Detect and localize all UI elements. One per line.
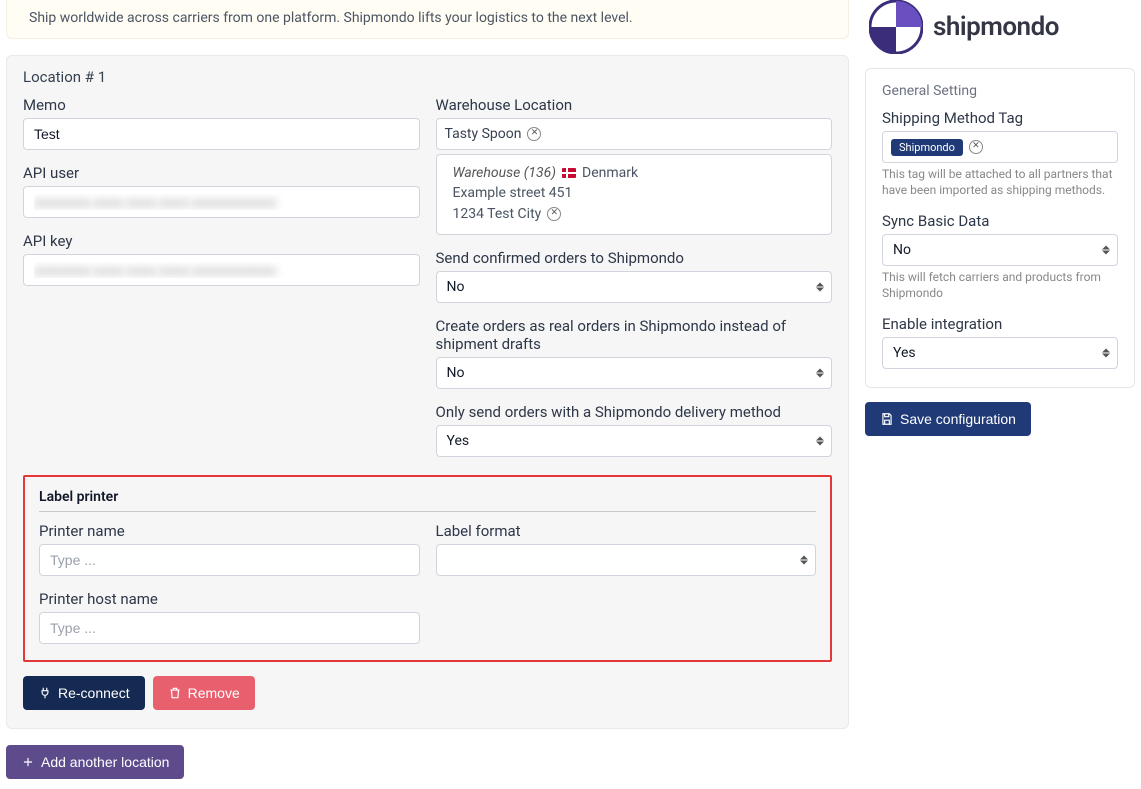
send-confirmed-label: Send confirmed orders to Shipmondo [436, 249, 833, 267]
label-format-select[interactable] [436, 544, 817, 576]
only-shipmondo-label: Only send orders with a Shipmondo delive… [436, 403, 833, 421]
plug-icon [38, 686, 52, 700]
warehouse-label: Warehouse Location [436, 96, 833, 114]
sync-label: Sync Basic Data [882, 212, 1118, 230]
label-printer-heading: Label printer [39, 489, 816, 505]
printer-name-input[interactable] [39, 544, 420, 576]
shipping-tag-input[interactable]: Shipmondo ✕ [882, 131, 1118, 163]
enable-label: Enable integration [882, 315, 1118, 333]
shipping-tag-hint: This tag will be attached to all partner… [882, 167, 1118, 198]
shipmondo-logo-icon [869, 0, 923, 54]
warehouse-city: 1234 Test City [453, 204, 542, 224]
location-title: Location # 1 [23, 68, 832, 86]
general-setting-card: General Setting Shipping Method Tag Ship… [865, 68, 1135, 388]
create-real-label: Create orders as real orders in Shipmond… [436, 317, 833, 353]
flag-denmark-icon [562, 168, 576, 178]
api-user-input[interactable] [23, 186, 420, 218]
send-confirmed-select[interactable]: No [436, 271, 833, 303]
sync-select[interactable]: No [882, 234, 1118, 266]
add-location-button[interactable]: Add another location [6, 745, 184, 779]
location-card: Location # 1 Memo API user API key [6, 55, 849, 729]
info-banner-text: Ship worldwide across carriers from one … [29, 10, 633, 26]
create-real-select[interactable]: No [436, 357, 833, 389]
sync-hint: This will fetch carriers and products fr… [882, 270, 1118, 301]
memo-label: Memo [23, 96, 420, 114]
printer-host-label: Printer host name [39, 590, 420, 608]
api-key-label: API key [23, 232, 420, 250]
warehouse-country: Denmark [582, 163, 638, 183]
warehouse-id: Warehouse (136) [453, 163, 557, 183]
plus-icon [21, 755, 35, 769]
warehouse-address: Warehouse (136) Denmark Example street 4… [436, 154, 833, 235]
remove-button[interactable]: Remove [153, 676, 255, 710]
remove-address-icon[interactable]: ✕ [547, 207, 561, 221]
enable-select[interactable]: Yes [882, 337, 1118, 369]
warehouse-input[interactable]: Tasty Spoon ✕ [436, 118, 833, 150]
remove-warehouse-icon[interactable]: ✕ [527, 127, 541, 141]
printer-host-input[interactable] [39, 612, 420, 644]
trash-icon [168, 686, 182, 700]
warehouse-street: Example street 451 [453, 183, 573, 203]
only-shipmondo-select[interactable]: Yes [436, 425, 833, 457]
save-icon [880, 412, 894, 426]
general-setting-heading: General Setting [882, 83, 1118, 99]
label-format-label: Label format [436, 522, 817, 540]
remove-shipping-tag-icon[interactable]: ✕ [969, 140, 983, 154]
shipping-tag-label: Shipping Method Tag [882, 109, 1118, 127]
api-key-input[interactable] [23, 254, 420, 286]
shipmondo-logo: shipmondo [865, 0, 1135, 54]
save-configuration-button[interactable]: Save configuration [865, 402, 1031, 436]
api-user-label: API user [23, 164, 420, 182]
info-banner: Ship worldwide across carriers from one … [6, 0, 849, 39]
shipmondo-logo-text: shipmondo [933, 12, 1059, 42]
printer-name-label: Printer name [39, 522, 420, 540]
reconnect-button[interactable]: Re-connect [23, 676, 145, 710]
warehouse-tag: Tasty Spoon [445, 126, 522, 142]
shipping-tag-pill: Shipmondo [891, 139, 963, 156]
label-printer-section: Label printer Printer name Printer host … [23, 475, 832, 662]
memo-input[interactable] [23, 118, 420, 150]
